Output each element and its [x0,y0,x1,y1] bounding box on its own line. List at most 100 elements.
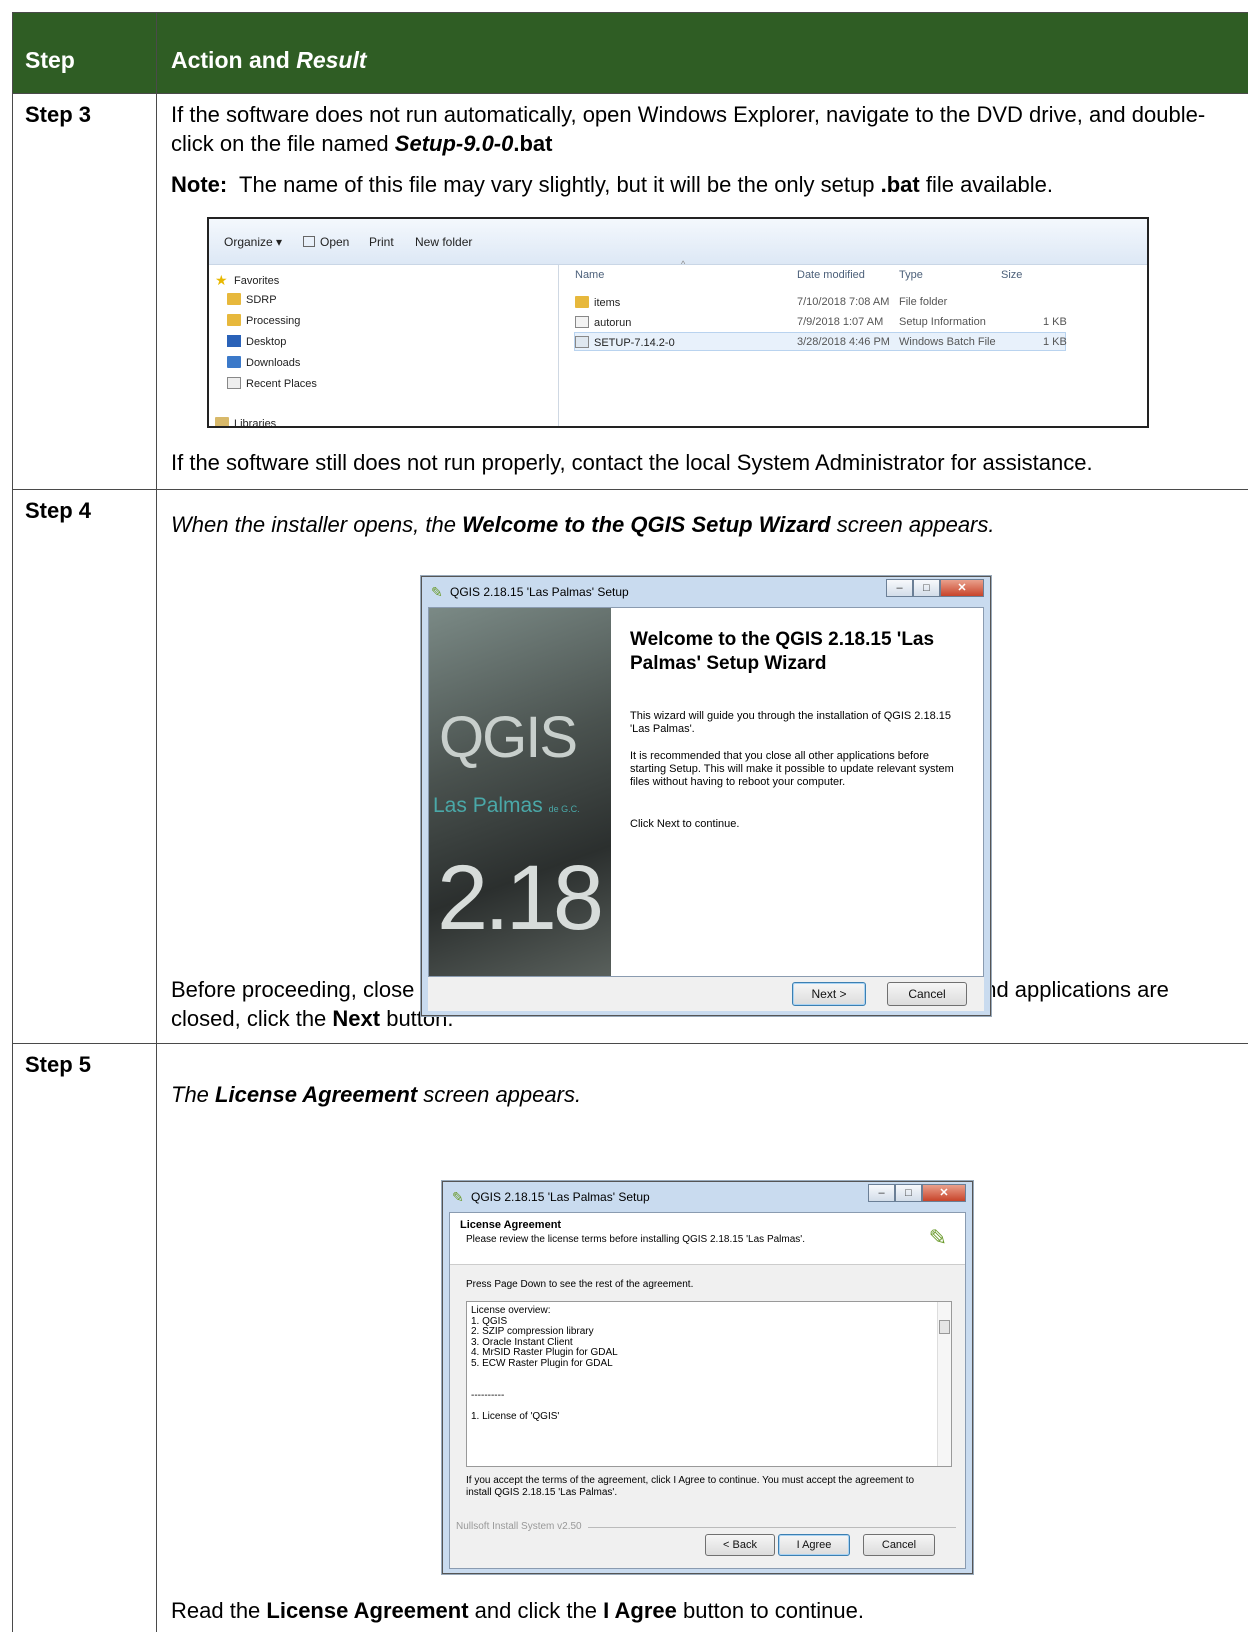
step-3-label: Step 3 [13,94,157,489]
column-date[interactable]: Date modified [797,269,865,281]
nullsoft-label: Nullsoft Install System v2.50 [456,1521,582,1532]
nav-favorites[interactable]: ★ Favorites [215,272,279,288]
splash-image: QGIS Las Palmas de G.C. 2.18 [429,608,611,976]
file-name: items [594,297,621,309]
splash-version: 2.18 [437,847,604,949]
license-scrollbar[interactable] [937,1302,951,1466]
header-action: Action and Result [157,13,1248,93]
nav-item-label: Processing [246,315,301,327]
setup-filename: Setup-9.0-0 [394,131,514,156]
file-date: 7/9/2018 1:07 AM [797,316,884,328]
step-4-label: Step 4 [13,490,157,1043]
splash-place-name: Las Palmas [433,794,543,817]
back-button[interactable]: < Back [705,1534,775,1556]
step-5-intro-end: screen appears. [417,1082,582,1107]
open-icon [303,236,315,247]
file-type: File folder [899,296,948,308]
setup-extension: .bat [513,131,553,156]
file-type: Windows Batch File [899,336,996,348]
downloads-icon [227,356,241,368]
table-header: Step Action and Result [13,13,1248,93]
nav-item[interactable]: Desktop [227,335,286,348]
cancel-button[interactable]: Cancel [887,982,967,1006]
license-instruction: Press Page Down to see the rest of the a… [466,1279,694,1290]
nav-item[interactable]: Downloads [227,356,300,369]
license-accept-text: If you accept the terms of the agreement… [466,1475,915,1498]
welcome-dialog: ✎ QGIS 2.18.15 'Las Palmas' Setup – □ ✕ … [421,576,991,1016]
license-text-box[interactable]: License overview: 1. QGIS 2. SZIP compress… [466,1301,952,1467]
step-5-instructions: Read the License Agreement and click the… [171,1596,1242,1625]
note-text: The name of this file may vary slightly,… [227,172,881,197]
dialog-titlebar: ✎ QGIS 2.18.15 'Las Palmas' Setup – □ ✕ [422,577,990,607]
window-buttons: – □ ✕ [886,579,984,597]
license-dialog: ✎ QGIS 2.18.15 'Las Palmas' Setup – □ ✕ … [442,1181,973,1574]
minimize-icon[interactable]: – [868,1184,895,1202]
file-type: Setup Information [899,316,986,328]
step-5-intro: The License Agreement screen appears. [171,1080,1242,1109]
print-button[interactable]: Print [369,235,394,249]
file-name: SETUP-7.14.2-0 [594,337,675,349]
note-label: Note: [171,172,228,197]
qgis-icon: ✎ [431,584,443,600]
next-button[interactable]: Next > [792,982,866,1006]
settings-file-icon [575,316,589,328]
note-bat: .bat [880,172,920,197]
organize-menu[interactable]: Organize ▾ [224,235,282,249]
license-header: License Agreement Please review the lice… [450,1213,965,1265]
column-size[interactable]: Size [1001,269,1022,281]
license-text: License overview: 1. QGIS 2. SZIP compress… [471,1305,618,1423]
file-row[interactable]: SETUP-7.14.2-0 [575,336,675,349]
explorer-toolbar: Organize ▾ Open Print New folder [209,219,1147,265]
welcome-screen-name: Welcome to the QGIS Setup Wizard [462,512,831,537]
window-buttons: – □ ✕ [868,1184,966,1202]
column-type[interactable]: Type [899,269,923,281]
nav-item[interactable]: Recent Places [227,377,317,390]
new-folder-button[interactable]: New folder [415,235,472,249]
file-row[interactable]: autorun [575,316,631,329]
dialog-body: QGIS Las Palmas de G.C. 2.18 Welcome to … [428,607,984,977]
file-row[interactable]: items [575,296,620,309]
splash-place-small: de G.C. [548,804,580,814]
navigation-pane: ★ Favorites SDRP Processing Desktop Downl… [209,265,559,428]
i-agree-button[interactable]: I Agree [778,1534,850,1556]
nav-item[interactable]: SDRP [227,293,277,306]
license-subheading: Please review the license terms before i… [466,1234,805,1245]
libraries-label: Libraries [234,418,277,428]
maximize-icon[interactable]: □ [895,1184,922,1202]
star-icon: ★ [215,272,228,288]
column-name[interactable]: Name [575,269,604,281]
nav-libraries[interactable]: Libraries [215,417,277,428]
nav-item[interactable]: Processing [227,314,300,327]
step-5-text-c: button to continue. [676,1598,864,1623]
license-word: License Agreement [266,1598,469,1623]
license-screen-name: License Agreement [215,1082,418,1107]
nav-item-label: Recent Places [246,378,317,390]
step-3-note: Note: The name of this file may vary sli… [171,170,1242,199]
file-size: 1 KB [1043,336,1067,348]
divider [588,1527,956,1528]
step-3-followup: If the software still does not run prope… [171,450,1093,475]
open-button[interactable]: Open [303,235,349,249]
nav-item-label: Desktop [246,336,287,348]
dialog-titlebar: ✎ QGIS 2.18.15 'Las Palmas' Setup – □ ✕ [443,1182,972,1212]
step-4-intro: When the installer opens, the Welcome to… [171,510,1242,539]
close-icon[interactable]: ✕ [940,579,984,597]
folder-icon [575,296,589,308]
header-result-label: Result [296,47,367,73]
cancel-button[interactable]: Cancel [863,1534,935,1556]
step-5-intro-text: The [171,1082,216,1107]
license-line: ---------- [471,1389,505,1401]
maximize-icon[interactable]: □ [913,579,940,597]
file-name: autorun [594,317,632,329]
libraries-icon [215,417,229,426]
close-icon[interactable]: ✕ [922,1184,966,1202]
splash-place: Las Palmas de G.C. [433,794,580,818]
license-line [471,1370,618,1381]
minimize-icon[interactable]: – [886,579,913,597]
qgis-icon: ✎ [452,1189,464,1205]
step-5-text-a: Read the [171,1598,267,1623]
batch-file-icon [575,336,589,348]
nav-item-label: Downloads [246,357,301,369]
welcome-paragraph-3: Click Next to continue. [630,818,740,830]
scrollbar-thumb[interactable] [939,1320,950,1334]
